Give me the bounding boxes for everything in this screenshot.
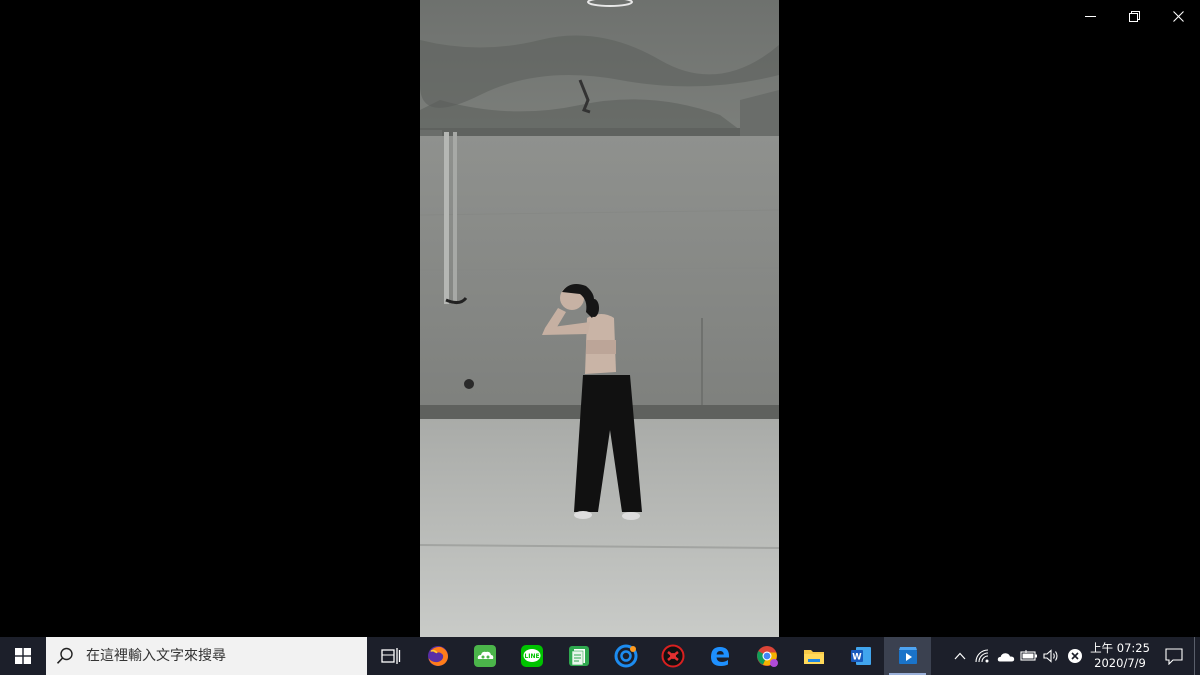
- task-view-icon: [380, 648, 400, 664]
- taskbar-firefox[interactable]: [414, 637, 461, 675]
- taskbar-file-explorer[interactable]: [790, 637, 837, 675]
- task-view-button[interactable]: [367, 637, 414, 675]
- action-center-button[interactable]: [1154, 637, 1194, 675]
- search-input[interactable]: [84, 647, 358, 665]
- network-button[interactable]: [971, 637, 994, 675]
- taskbar-edge[interactable]: [696, 637, 743, 675]
- firefox-icon: [427, 646, 448, 666]
- restore-icon: [1128, 10, 1140, 22]
- taskbar-chrome[interactable]: [743, 637, 790, 675]
- taskbar-green-cloud-app[interactable]: [461, 637, 508, 675]
- video-player-icon: [898, 647, 917, 664]
- speaker-icon: [1043, 649, 1058, 663]
- taskbar-video-player[interactable]: [884, 637, 931, 675]
- windows-logo-icon: [15, 648, 31, 664]
- close-icon: [1172, 10, 1184, 22]
- system-tray: 上午 07:25 2020/7/9: [948, 637, 1200, 675]
- taskbar-line[interactable]: LINE: [508, 637, 555, 675]
- video-player-window: [0, 0, 1200, 637]
- show-hidden-icons-button[interactable]: [948, 637, 971, 675]
- window-controls: [1068, 0, 1200, 32]
- chrome-icon: [756, 646, 778, 667]
- folder-icon: [803, 650, 824, 664]
- video-still: [420, 0, 779, 637]
- word-icon-label: W: [852, 653, 862, 663]
- wifi-icon: [974, 649, 988, 663]
- search-icon: [56, 647, 73, 664]
- taskbar-red-app[interactable]: [649, 637, 696, 675]
- notes-icon: [568, 646, 589, 666]
- red-circle-icon: [661, 644, 684, 668]
- taskbar-search-box[interactable]: [46, 637, 367, 675]
- taskbar-blue-c-app[interactable]: [602, 637, 649, 675]
- onedrive-button[interactable]: [994, 637, 1017, 675]
- line-icon-label: LINE: [524, 653, 539, 660]
- cloud-icon: [997, 652, 1014, 661]
- start-button[interactable]: [0, 637, 46, 675]
- edge-icon: [710, 647, 729, 666]
- taskbar-notes-app[interactable]: [555, 637, 602, 675]
- blue-c-icon: [614, 644, 637, 668]
- battery-icon: [1019, 650, 1037, 661]
- line-icon: LINE: [520, 645, 543, 667]
- word-icon: W: [850, 647, 871, 665]
- taskbar-apps: LINE W: [367, 637, 931, 675]
- close-button[interactable]: [1156, 0, 1200, 32]
- restore-button[interactable]: [1112, 0, 1156, 32]
- status-tray-button[interactable]: [1063, 637, 1086, 675]
- show-desktop-button[interactable]: [1194, 637, 1200, 675]
- x-circle-icon: [1067, 649, 1082, 663]
- chevron-up-icon: [954, 652, 965, 660]
- video-frame[interactable]: [420, 0, 779, 637]
- minimize-icon: [1084, 15, 1096, 17]
- clock-time: 上午 07:25: [1090, 641, 1150, 655]
- taskbar: LINE: [0, 637, 1200, 675]
- clock-date: 2020/7/9: [1094, 656, 1146, 670]
- minimize-button[interactable]: [1068, 0, 1112, 32]
- taskbar-clock[interactable]: 上午 07:25 2020/7/9: [1090, 637, 1150, 675]
- notification-icon: [1165, 647, 1183, 665]
- taskbar-word[interactable]: W: [837, 637, 884, 675]
- green-cloud-icon: [473, 645, 496, 667]
- volume-button[interactable]: [1040, 637, 1063, 675]
- battery-button[interactable]: [1017, 637, 1040, 675]
